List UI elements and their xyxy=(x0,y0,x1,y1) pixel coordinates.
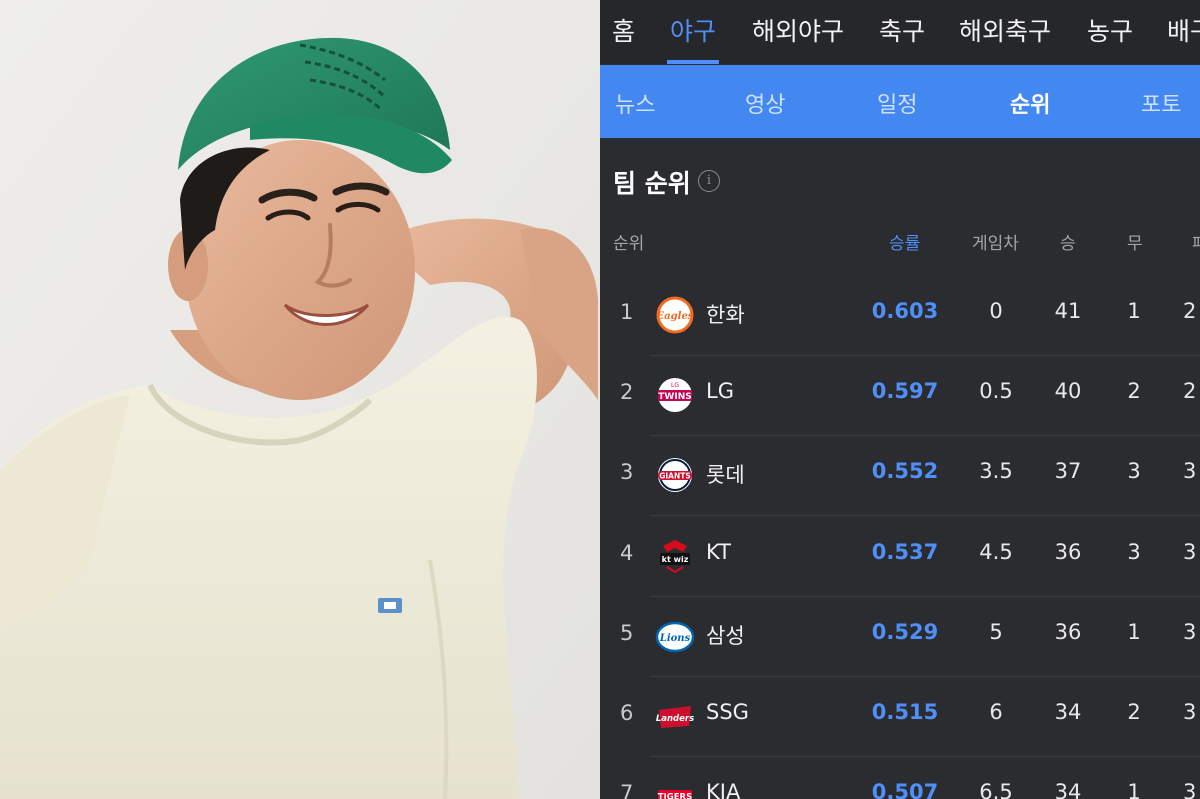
tab-schedule[interactable]: 일정 xyxy=(877,87,917,119)
row-losses: 3 xyxy=(1183,459,1197,483)
row-draws: 3 xyxy=(1127,540,1141,564)
sports-app-panel: 홈 야구 해외야구 축구 해외축구 농구 배구 뉴스 영상 일정 순위 포토 팀… xyxy=(600,0,1200,799)
row-games-behind: 3.5 xyxy=(979,459,1013,483)
row-win-pct: 0.597 xyxy=(871,379,939,403)
lions-logo-icon: Lions xyxy=(655,621,695,653)
nav-volleyball[interactable]: 배구 xyxy=(1167,12,1200,48)
nav-home[interactable]: 홈 xyxy=(612,12,635,48)
table-row[interactable]: 2 TWINS LG LG 0.597 0.5 40 2 2 xyxy=(600,356,1200,436)
table-row[interactable]: 7 TIGERS KIA 0.507 6.5 34 1 3 xyxy=(600,757,1200,799)
row-win-pct: 0.515 xyxy=(871,700,939,724)
sub-nav: 뉴스 영상 일정 순위 포토 xyxy=(600,65,1200,138)
row-rank: 2 xyxy=(620,380,634,404)
row-games-behind: 6 xyxy=(989,700,1003,724)
header-rank: 순위 xyxy=(613,234,645,254)
row-games-behind: 5 xyxy=(989,620,1003,644)
row-draws: 1 xyxy=(1127,780,1141,799)
header-games-behind[interactable]: 게임차 xyxy=(972,229,1019,254)
header-win-pct[interactable]: 승률 xyxy=(889,229,920,254)
row-losses: 2 xyxy=(1183,379,1197,403)
row-losses: 3 xyxy=(1183,540,1197,564)
row-win-pct: 0.603 xyxy=(871,299,939,323)
row-team: 삼성 xyxy=(706,624,745,648)
eagles-logo-icon: Eagles xyxy=(656,296,694,334)
row-games-behind: 0 xyxy=(989,299,1003,323)
row-team: 롯데 xyxy=(706,463,745,487)
top-nav: 홈 야구 해외야구 축구 해외축구 농구 배구 xyxy=(600,0,1200,64)
header-draws[interactable]: 무 xyxy=(1127,229,1143,254)
row-wins: 40 xyxy=(1054,379,1082,403)
row-team: LG xyxy=(706,379,734,403)
row-wins: 36 xyxy=(1054,540,1082,564)
row-win-pct: 0.537 xyxy=(871,540,939,564)
info-icon[interactable]: i xyxy=(698,170,720,192)
row-team: KT xyxy=(706,540,731,564)
row-win-pct: 0.507 xyxy=(871,780,939,799)
row-draws: 3 xyxy=(1127,459,1141,483)
photo-illustration xyxy=(0,0,600,799)
svg-text:TIGERS: TIGERS xyxy=(658,793,692,799)
row-rank: 4 xyxy=(620,541,634,565)
row-games-behind: 6.5 xyxy=(979,780,1013,799)
twins-logo-icon: TWINS LG xyxy=(658,378,692,412)
row-losses: 2 xyxy=(1183,299,1197,323)
table-row[interactable]: 6 Landers SSG 0.515 6 34 2 3 xyxy=(600,677,1200,757)
giants-logo-icon: GIANTS xyxy=(658,458,692,492)
profile-photo xyxy=(0,0,600,799)
row-wins: 34 xyxy=(1054,780,1082,799)
svg-text:TWINS: TWINS xyxy=(658,392,691,402)
nav-soccer[interactable]: 축구 xyxy=(879,12,925,48)
row-team: KIA xyxy=(706,780,741,799)
row-games-behind: 4.5 xyxy=(979,540,1013,564)
table-row[interactable]: 1 Eagles 한화 0.603 0 41 1 2 xyxy=(600,276,1200,356)
row-team: SSG xyxy=(706,700,749,724)
header-losses[interactable]: 패 xyxy=(1192,229,1200,254)
svg-text:LG: LG xyxy=(671,382,679,389)
tigers-logo-icon: TIGERS xyxy=(658,790,692,799)
row-draws: 2 xyxy=(1127,379,1141,403)
nav-overseas-soccer[interactable]: 해외축구 xyxy=(959,12,1051,48)
row-win-pct: 0.552 xyxy=(871,459,939,483)
row-losses: 3 xyxy=(1183,700,1197,724)
row-wins: 34 xyxy=(1054,700,1082,724)
row-rank: 3 xyxy=(620,460,634,484)
landers-logo-icon: Landers xyxy=(656,706,694,728)
row-rank: 6 xyxy=(620,701,634,725)
table-row[interactable]: 5 Lions 삼성 0.529 5 36 1 3 xyxy=(600,597,1200,677)
row-wins: 41 xyxy=(1054,299,1082,323)
section-title: 팀 순위 xyxy=(613,169,691,198)
svg-text:GIANTS: GIANTS xyxy=(659,472,691,481)
row-wins: 37 xyxy=(1054,459,1082,483)
row-rank: 5 xyxy=(620,621,634,645)
row-draws: 1 xyxy=(1127,620,1141,644)
nav-overseas-baseball[interactable]: 해외야구 xyxy=(752,12,844,48)
svg-text:Landers: Landers xyxy=(656,714,694,724)
nav-baseball[interactable]: 야구 xyxy=(670,12,716,48)
svg-text:kt wiz: kt wiz xyxy=(662,555,689,564)
row-draws: 1 xyxy=(1127,299,1141,323)
ktwiz-logo-icon: kt wiz xyxy=(660,540,690,574)
row-win-pct: 0.529 xyxy=(871,620,939,644)
header-wins[interactable]: 승 xyxy=(1060,229,1076,254)
tab-photo[interactable]: 포토 xyxy=(1141,87,1181,119)
row-games-behind: 0.5 xyxy=(979,379,1013,403)
row-losses: 3 xyxy=(1183,780,1197,799)
table-row[interactable]: 3 GIANTS 롯데 0.552 3.5 37 3 3 xyxy=(600,436,1200,516)
table-row[interactable]: 4 kt wiz KT 0.537 4.5 36 3 3 xyxy=(600,517,1200,597)
row-losses: 3 xyxy=(1183,620,1197,644)
row-team: 한화 xyxy=(706,303,745,327)
tab-video[interactable]: 영상 xyxy=(745,87,785,119)
nav-basketball[interactable]: 농구 xyxy=(1087,12,1133,48)
row-divider xyxy=(650,515,1200,516)
row-wins: 36 xyxy=(1054,620,1082,644)
row-draws: 2 xyxy=(1127,700,1141,724)
row-rank: 1 xyxy=(620,300,634,324)
tab-standings[interactable]: 순위 xyxy=(1010,87,1050,119)
row-rank: 7 xyxy=(620,781,634,799)
tab-news[interactable]: 뉴스 xyxy=(615,87,655,119)
active-nav-indicator xyxy=(667,60,719,64)
svg-text:Lions: Lions xyxy=(659,633,691,644)
svg-text:Eagles: Eagles xyxy=(656,311,694,322)
